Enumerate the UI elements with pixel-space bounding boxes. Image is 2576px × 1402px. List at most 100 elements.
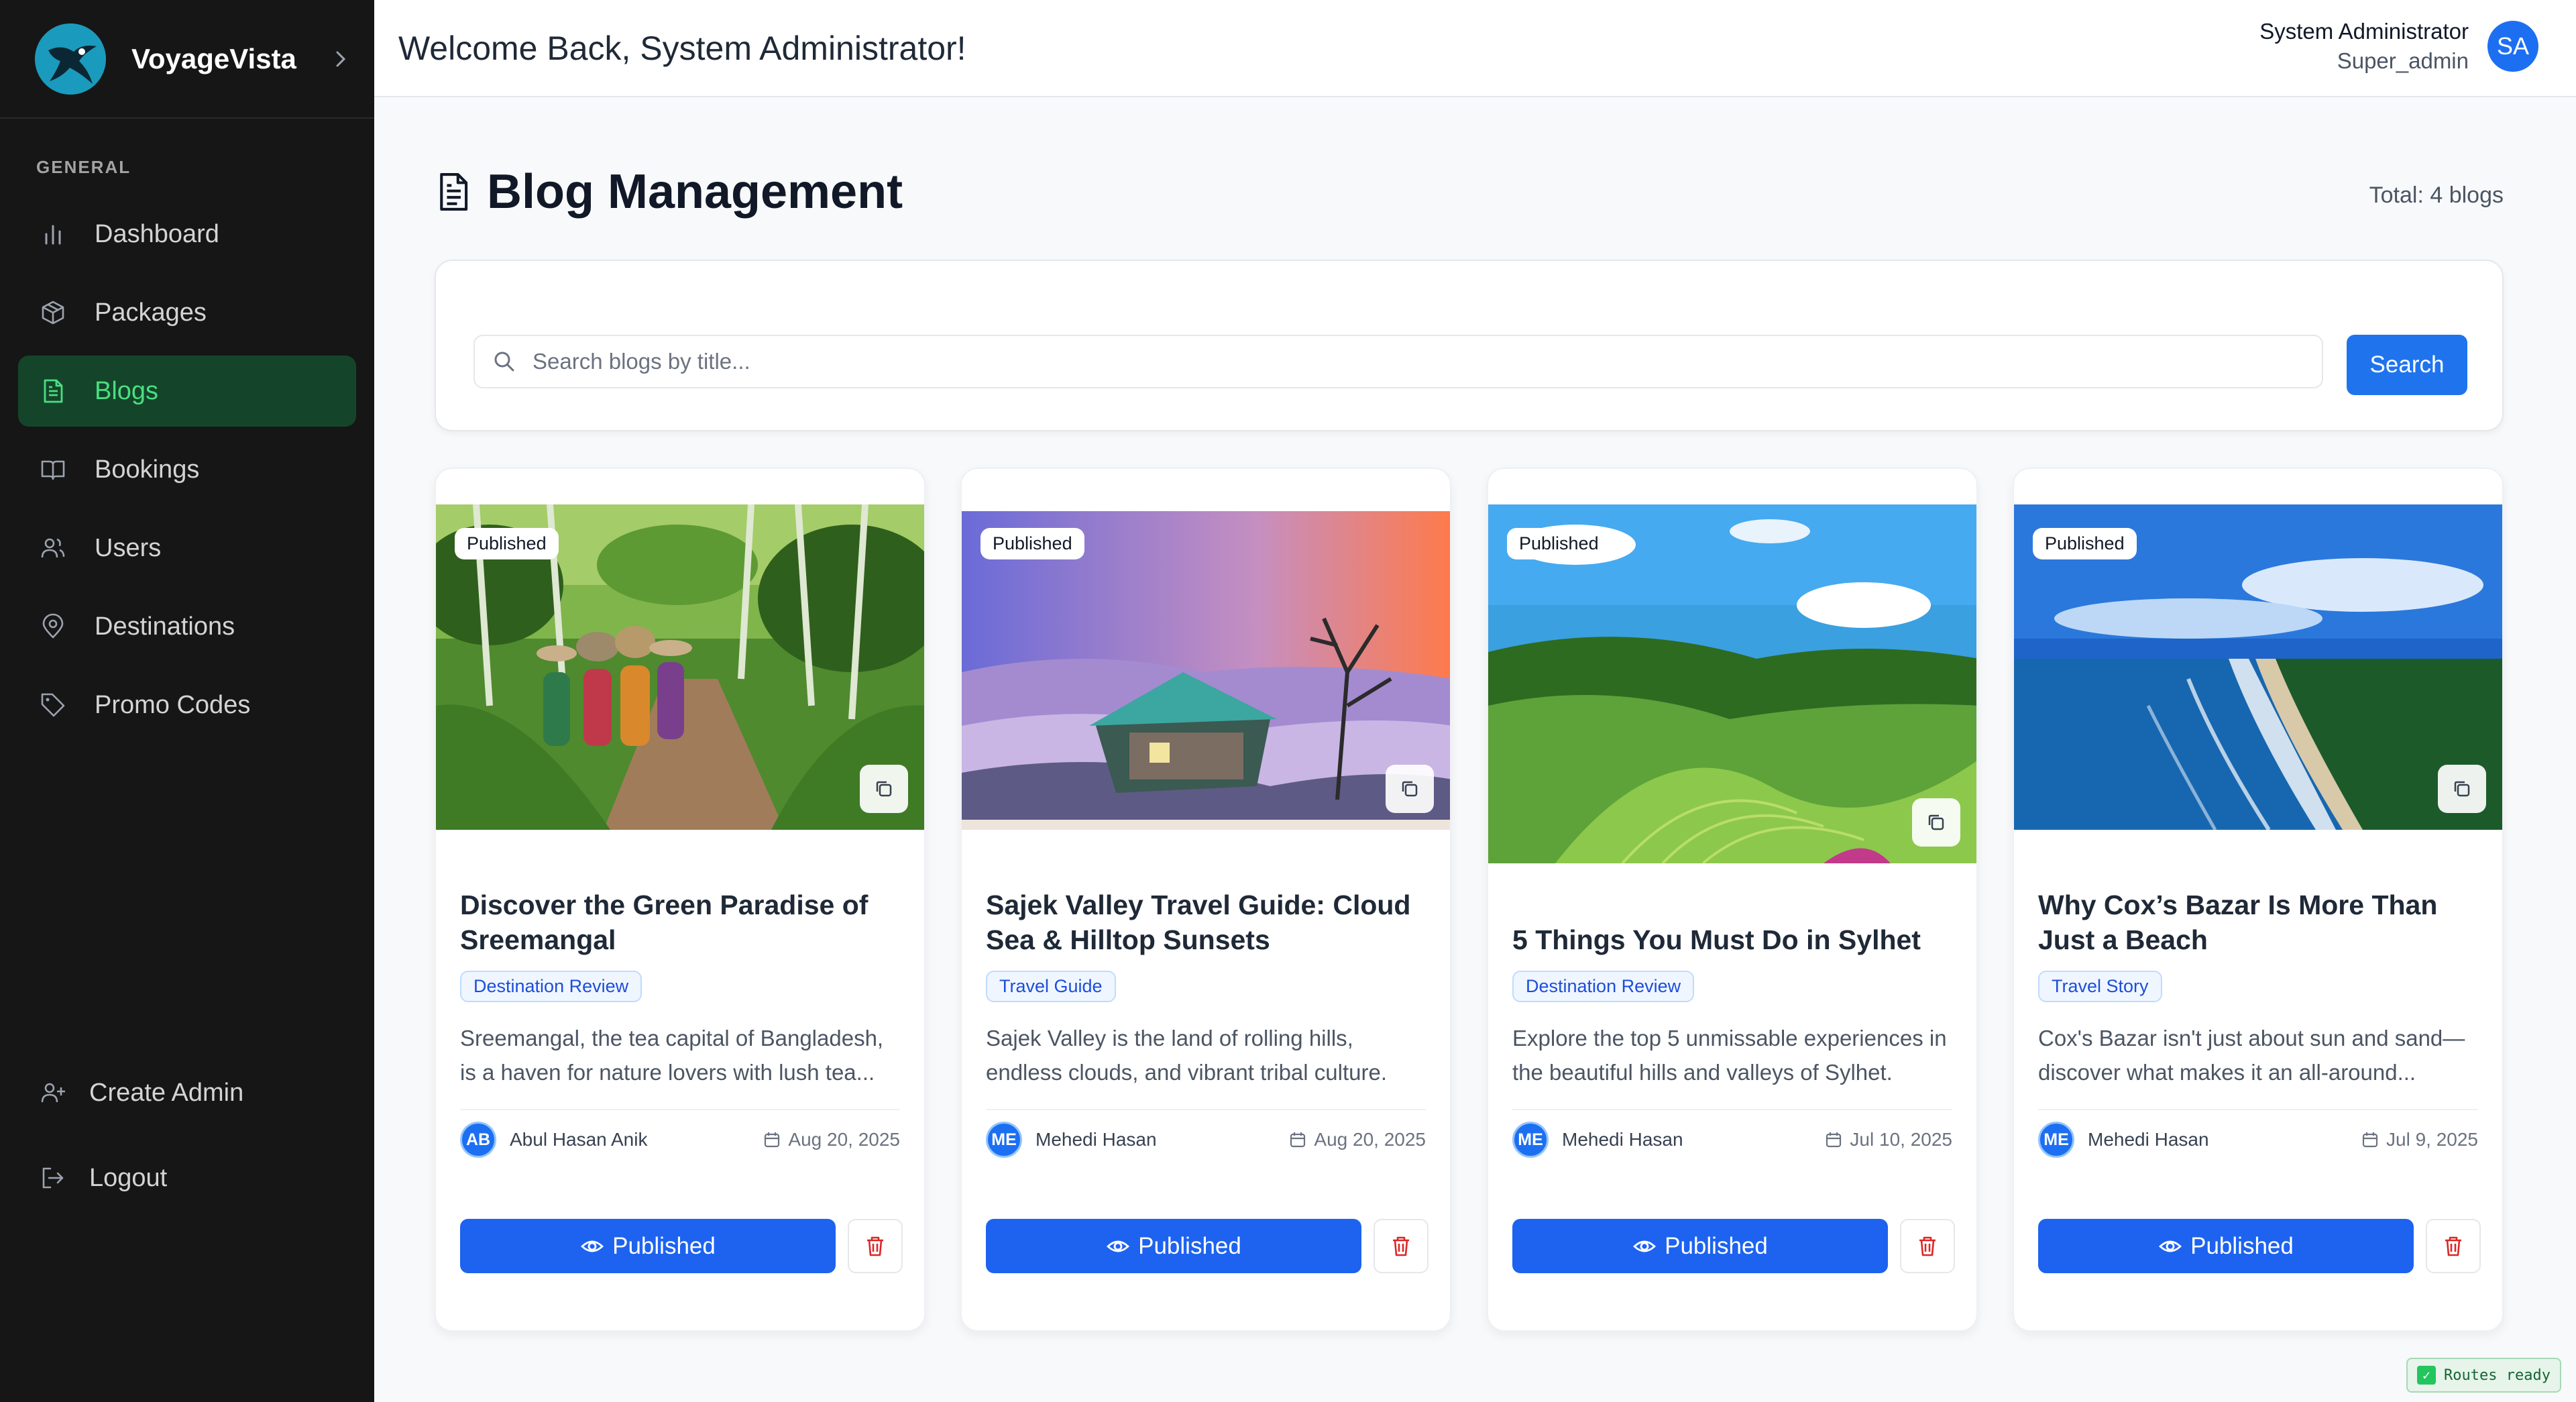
chevron-right-icon[interactable] [327, 46, 354, 72]
copy-icon [2454, 781, 2470, 797]
blog-card[interactable]: Published 5 Things You Must Do in Sylhet… [1487, 468, 1978, 1332]
sidebar-item-label: Destinations [95, 612, 235, 641]
category-tag: Travel Guide [986, 971, 1116, 1002]
blog-excerpt: Sajek Valley is the land of rolling hill… [986, 1026, 1387, 1085]
calendar-icon [1290, 1132, 1306, 1148]
sidebar-item-label: Users [95, 533, 162, 562]
delete-button[interactable] [1900, 1219, 1955, 1273]
search-field[interactable] [473, 335, 2323, 388]
calendar-icon [2362, 1132, 2378, 1148]
copy-button[interactable] [860, 765, 908, 813]
copy-button[interactable] [1386, 765, 1434, 813]
page-title: Blog Management [487, 165, 903, 219]
author-avatar: AB [460, 1122, 496, 1158]
sidebar-item-dashboard[interactable]: Dashboard [18, 199, 356, 270]
create-admin-button[interactable]: Create Admin [18, 1057, 356, 1128]
eye-icon [1633, 1240, 1657, 1252]
sidebar-item-bookings[interactable]: Bookings [18, 434, 356, 505]
trash-icon [1919, 1236, 1936, 1256]
copy-icon [1402, 781, 1418, 797]
delete-button[interactable] [848, 1219, 903, 1273]
blog-meta: ME Mehedi Hasan Jul 9, 2025 [2038, 1120, 2478, 1160]
blog-excerpt: Cox's Bazar isn't just about sun and san… [2038, 1026, 2465, 1085]
search-panel: Search [435, 260, 2504, 431]
published-toggle-button[interactable]: Published [1512, 1219, 1888, 1273]
author-name: Mehedi Hasan [1562, 1129, 1683, 1150]
published-toggle-button[interactable]: Published [986, 1219, 1361, 1273]
calendar-icon [1826, 1132, 1842, 1148]
calendar-icon [765, 1132, 780, 1148]
blog-title[interactable]: Why Cox’s Bazar Is More Than Just a Beac… [2038, 887, 2478, 957]
published-label: Published [1138, 1232, 1241, 1259]
brand-logo-icon [35, 23, 106, 95]
category-tag: Destination Review [1512, 971, 1695, 1002]
search-input[interactable] [533, 349, 2276, 374]
blog-title[interactable]: Sajek Valley Travel Guide: Cloud Sea & H… [986, 887, 1426, 957]
status-badge: Published [1507, 528, 1611, 559]
logout-icon [37, 1162, 69, 1194]
avatar[interactable]: SA [2487, 21, 2538, 72]
blog-date: Aug 20, 2025 [1314, 1129, 1426, 1150]
copy-button[interactable] [1912, 798, 1960, 847]
sidebar-item-packages[interactable]: Packages [18, 277, 356, 348]
page-header: Blog Management [435, 164, 903, 219]
eye-icon [1107, 1240, 1130, 1252]
blog-card[interactable]: Published Discover the Green Paradise of… [435, 468, 926, 1332]
routes-ready-indicator: ✓ Routes ready [2406, 1358, 2561, 1393]
blog-date: Jul 10, 2025 [1850, 1129, 1952, 1150]
logout-label: Logout [89, 1163, 168, 1192]
book-icon [37, 453, 69, 486]
author-name: Abul Hasan Anik [510, 1129, 648, 1150]
copy-icon [876, 781, 892, 797]
sidebar-item-users[interactable]: Users [18, 513, 356, 584]
copy-icon [1928, 814, 1944, 830]
category-tag: Destination Review [460, 971, 642, 1002]
top-bar: Welcome Back, System Administrator! Syst… [374, 0, 2576, 97]
copy-button[interactable] [2438, 765, 2486, 813]
published-label: Published [2190, 1232, 2294, 1259]
trash-icon [867, 1236, 883, 1256]
blog-meta: ME Mehedi Hasan Jul 10, 2025 [1512, 1120, 1952, 1160]
sidebar-item-destinations[interactable]: Destinations [18, 591, 356, 662]
author-avatar: ME [1512, 1122, 1549, 1158]
create-admin-label: Create Admin [89, 1078, 244, 1107]
blog-card[interactable]: Published Sajek Valley Travel Guide: Clo… [960, 468, 1451, 1332]
blog-card[interactable]: Published Why Cox’s Bazar Is More Than J… [2013, 468, 2504, 1332]
published-label: Published [612, 1232, 716, 1259]
eye-icon [2159, 1240, 2182, 1252]
blog-date: Jul 9, 2025 [2386, 1129, 2478, 1150]
status-badge: Published [981, 528, 1084, 559]
sidebar-item-promo-codes[interactable]: Promo Codes [18, 669, 356, 741]
blog-title[interactable]: 5 Things You Must Do in Sylhet [1512, 922, 1952, 957]
published-toggle-button[interactable]: Published [2038, 1219, 2414, 1273]
document-icon [37, 375, 69, 407]
blog-title[interactable]: Discover the Green Paradise of Sreemanga… [460, 887, 900, 957]
brand-name: VoyageVista [131, 42, 296, 74]
sidebar-item-label: Blogs [95, 376, 159, 405]
tag-icon [37, 689, 69, 721]
blog-excerpt: Sreemangal, the tea capital of Banglades… [460, 1026, 884, 1085]
sidebar-item-label: Dashboard [95, 219, 219, 248]
trash-icon [2445, 1236, 2461, 1256]
logout-button[interactable]: Logout [18, 1142, 356, 1214]
eye-icon [581, 1240, 604, 1252]
status-badge: Published [455, 528, 559, 559]
user-role: Super_admin [2337, 48, 2469, 73]
divider [1512, 1109, 1952, 1110]
brand[interactable]: VoyageVista [0, 0, 374, 119]
user-plus-icon [37, 1077, 69, 1109]
sidebar-item-blogs[interactable]: Blogs [18, 356, 356, 427]
users-icon [37, 532, 69, 564]
status-badge: Published [2033, 528, 2137, 559]
published-toggle-button[interactable]: Published [460, 1219, 836, 1273]
package-icon [37, 296, 69, 329]
search-button[interactable]: Search [2347, 335, 2467, 395]
user-menu[interactable]: System Administrator Super_admin SA [2259, 19, 2538, 74]
blog-meta: ME Mehedi Hasan Aug 20, 2025 [986, 1120, 1426, 1160]
delete-button[interactable] [2426, 1219, 2481, 1273]
user-name: System Administrator [2259, 19, 2469, 44]
delete-button[interactable] [1374, 1219, 1429, 1273]
divider [2038, 1109, 2478, 1110]
search-icon [494, 352, 514, 372]
welcome-message: Welcome Back, System Administrator! [398, 29, 966, 67]
